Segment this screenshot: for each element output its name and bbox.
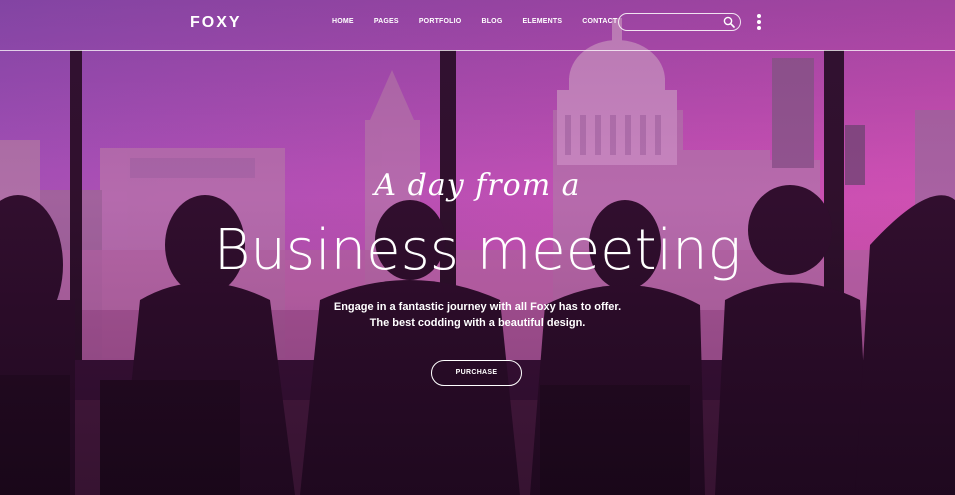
- site-logo[interactable]: FOXY: [190, 14, 242, 32]
- search-input[interactable]: [625, 16, 724, 30]
- top-navbar: FOXY HOME PAGES PORTFOLIO BLOG ELEMENTS …: [0, 0, 955, 51]
- kebab-menu-icon[interactable]: [756, 14, 762, 32]
- hero-subtitle-line-1: Engage in a fantastic journey with all F…: [333, 301, 622, 313]
- search-icon[interactable]: [723, 16, 735, 28]
- purchase-button[interactable]: PURCHASE: [431, 360, 522, 386]
- hero-subtitle: Engage in a fantastic journey with all F…: [0, 299, 955, 331]
- nav-item-pages[interactable]: PAGES: [364, 18, 409, 25]
- nav-item-elements[interactable]: ELEMENTS: [512, 18, 572, 25]
- nav-item-blog[interactable]: BLOG: [471, 18, 512, 25]
- hero-script-heading: A day from a: [374, 168, 581, 203]
- nav-item-home[interactable]: HOME: [322, 18, 364, 25]
- main-nav: HOME PAGES PORTFOLIO BLOG ELEMENTS CONTA…: [322, 18, 627, 25]
- nav-item-portfolio[interactable]: PORTFOLIO: [409, 18, 472, 25]
- hero-title: Business meeeting: [213, 218, 742, 283]
- search-box: [618, 13, 741, 31]
- hero-subtitle-line-2: The best codding with a beautiful design…: [369, 317, 586, 329]
